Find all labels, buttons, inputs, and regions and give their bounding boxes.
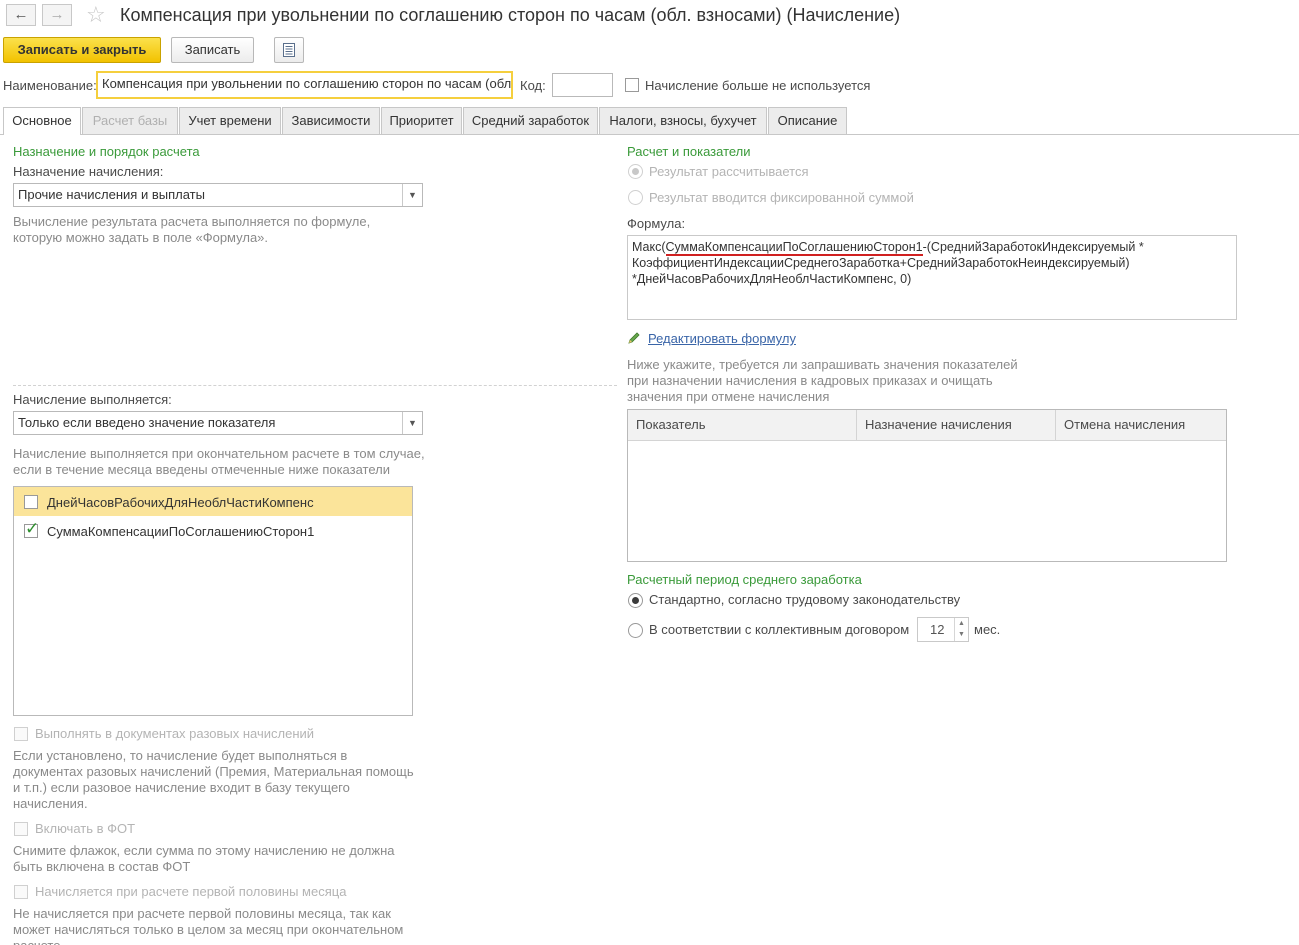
save-and-close-button[interactable]: Записать и закрыть — [3, 37, 161, 63]
back-button[interactable]: ← — [6, 4, 36, 26]
table-header: Показатель Назначение начисления Отмена … — [628, 410, 1226, 441]
one-time-hint: Если установлено, то начисление будет вы… — [13, 748, 414, 811]
avg-collective-label: В соответствии с коллективным договором — [649, 622, 910, 637]
fot-hint: Снимите флажок, если сумма по этому начи… — [13, 843, 395, 874]
section-divider — [13, 385, 617, 386]
formula-field[interactable]: Макс(СуммаКомпенсацииПоСоглашениюСторон1… — [627, 235, 1237, 320]
purpose-select-value: Прочие начисления и выплаты — [18, 187, 205, 202]
indicator-label: ДнейЧасовРабочихДляНеоблЧастиКомпенс — [47, 495, 314, 510]
first-half-checkbox[interactable] — [14, 885, 28, 899]
edit-formula-link[interactable]: Редактировать формулу — [648, 331, 796, 346]
arrow-left-icon: ← — [13, 6, 29, 23]
not-used-checkbox[interactable] — [625, 78, 639, 92]
tab-taxes-contributions[interactable]: Налоги, взносы, бухучет — [599, 107, 767, 134]
pencil-icon — [627, 331, 641, 348]
formula-highlighted-indicator: СуммаКомпенсацииПоСоглашениюСторон1 — [665, 240, 923, 256]
calculation-section-title: Расчет и показатели — [627, 144, 751, 159]
avg-period-section-title: Расчетный период среднего заработка — [627, 572, 862, 587]
report-list-icon — [283, 43, 295, 57]
list-item[interactable]: ДнейЧасовРабочихДляНеоблЧастиКомпенс — [14, 487, 412, 516]
one-time-checkbox[interactable] — [14, 727, 28, 741]
indicators-table[interactable]: Показатель Назначение начисления Отмена … — [627, 409, 1227, 562]
execution-select-value: Только если введено значение показателя — [18, 415, 276, 430]
result-fixed-label: Результат вводится фиксированной суммой — [649, 190, 914, 205]
column-header[interactable]: Назначение начисления — [857, 410, 1056, 441]
execution-hint: Начисление выполняется при окончательном… — [13, 446, 425, 477]
window-title: Компенсация при увольнении по соглашению… — [120, 5, 901, 25]
list-item[interactable]: ✓ СуммаКомпенсацииПоСоглашениюСторон1 — [14, 516, 412, 545]
first-half-label: Начисляется при расчете первой половины … — [35, 884, 347, 899]
purpose-label: Назначение начисления: — [13, 164, 164, 179]
one-time-label: Выполнять в документах разовых начислени… — [35, 726, 315, 741]
formula-line-3: *ДнейЧасовРабочихДляНеоблЧастиКомпенс, 0… — [632, 272, 912, 286]
purpose-section-title: Назначение и порядок расчета — [13, 144, 200, 159]
tab-main[interactable]: Основное — [3, 107, 81, 135]
purpose-select[interactable]: Прочие начисления и выплаты ▼ — [13, 183, 423, 207]
request-hint: Ниже укажите, требуется ли запрашивать з… — [627, 357, 1018, 404]
tabs-baseline — [0, 134, 1299, 135]
fot-label: Включать в ФОТ — [35, 821, 136, 836]
column-header[interactable]: Отмена начисления — [1056, 410, 1227, 441]
indicator-checkbox[interactable]: ✓ — [24, 519, 39, 538]
code-label: Код: — [520, 78, 546, 93]
column-header[interactable]: Показатель — [628, 410, 857, 441]
formula-suffix: -(СреднийЗаработокИндексируемый * — [922, 240, 1144, 254]
chevron-down-icon[interactable]: ▼ — [402, 412, 422, 434]
fot-checkbox[interactable] — [14, 822, 28, 836]
avg-standard-label: Стандартно, согласно трудовому законодат… — [649, 592, 961, 607]
result-calculated-radio[interactable] — [628, 164, 643, 179]
favorite-star-icon[interactable]: ☆ — [86, 2, 106, 28]
save-button[interactable]: Записать — [171, 37, 254, 63]
first-half-hint: Не начисляется при расчете первой полови… — [13, 906, 404, 945]
months-stepper[interactable]: 12 ▲ ▼ — [917, 617, 969, 642]
indicators-list[interactable]: ДнейЧасовРабочихДляНеоблЧастиКомпенс ✓ С… — [13, 486, 413, 716]
checkmark-icon: ✓ — [25, 519, 40, 538]
code-input[interactable] — [552, 73, 613, 97]
indicator-checkbox[interactable] — [24, 495, 38, 509]
avg-standard-radio[interactable] — [628, 593, 643, 608]
avg-collective-radio[interactable] — [628, 623, 643, 638]
tab-base-calculation[interactable]: Расчет базы — [82, 107, 178, 134]
result-fixed-radio[interactable] — [628, 190, 643, 205]
not-used-label: Начисление больше не используется — [645, 78, 871, 93]
chevron-down-icon[interactable]: ▼ — [402, 184, 422, 206]
result-calculated-label: Результат рассчитывается — [649, 164, 809, 179]
forward-button[interactable]: → — [42, 4, 72, 26]
execution-select[interactable]: Только если введено значение показателя … — [13, 411, 423, 435]
tab-average-earnings[interactable]: Средний заработок — [463, 107, 598, 134]
arrow-right-icon: → — [49, 6, 65, 23]
months-value: 12 — [930, 622, 945, 637]
tab-priority[interactable]: Приоритет — [381, 107, 462, 134]
report-button[interactable] — [274, 37, 304, 63]
months-unit-label: мес. — [974, 622, 1001, 637]
tab-description[interactable]: Описание — [768, 107, 847, 134]
execution-label: Начисление выполняется: — [13, 392, 172, 407]
stepper-arrows-icon[interactable]: ▲ ▼ — [954, 618, 968, 641]
indicator-label: СуммаКомпенсацииПоСоглашениюСторон1 — [47, 524, 315, 539]
tab-time-accounting[interactable]: Учет времени — [179, 107, 281, 134]
formula-prefix: Макс( — [632, 240, 666, 254]
formula-label: Формула: — [627, 216, 686, 231]
formula-line-2: КоэффициентИндексацииСреднегоЗаработка+С… — [632, 256, 1130, 270]
name-label: Наименование: — [3, 78, 97, 93]
name-input[interactable]: Компенсация при увольнении по соглашению… — [96, 71, 513, 99]
tab-dependencies[interactable]: Зависимости — [282, 107, 380, 134]
purpose-hint: Вычисление результата расчета выполняетс… — [13, 214, 371, 245]
